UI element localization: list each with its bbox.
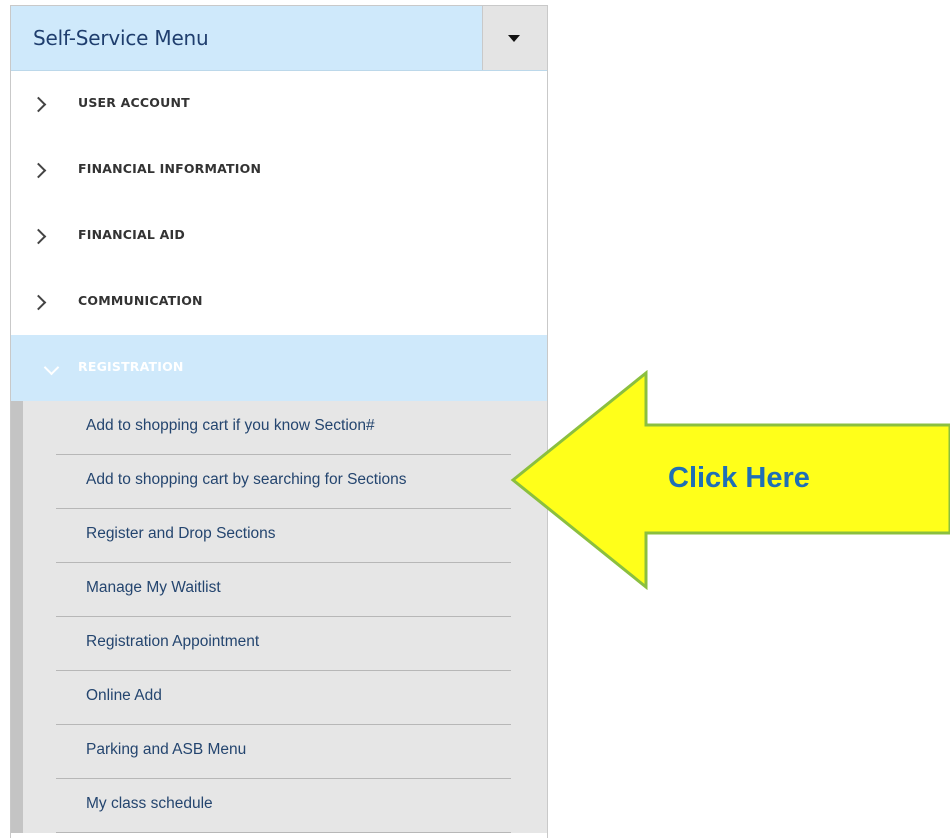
submenu-item-registration-appointment[interactable]: Registration Appointment bbox=[56, 617, 511, 671]
submenu-item-label: My class schedule bbox=[86, 795, 213, 812]
menu-title: Self-Service Menu bbox=[33, 26, 209, 50]
caret-down-icon bbox=[508, 35, 520, 42]
category-label: REGISTRATION bbox=[78, 359, 184, 374]
menu-category-financial-aid[interactable]: FINANCIAL AID bbox=[11, 203, 547, 269]
menu-category-financial-information[interactable]: FINANCIAL INFORMATION bbox=[11, 137, 547, 203]
chevron-right-icon bbox=[30, 96, 47, 113]
submenu-item-label: Manage My Waitlist bbox=[86, 579, 221, 596]
submenu-item-register-and-drop[interactable]: Register and Drop Sections bbox=[56, 509, 511, 563]
chevron-down-icon bbox=[43, 359, 60, 376]
category-label: FINANCIAL INFORMATION bbox=[78, 161, 262, 176]
submenu-item-add-by-searching[interactable]: Add to shopping cart by searching for Se… bbox=[56, 455, 511, 509]
submenu-item-label: Register and Drop Sections bbox=[86, 525, 276, 542]
page: Self-Service Menu USER ACCOUNT FINANCIAL… bbox=[0, 0, 950, 838]
submenu-item-label: Add to shopping cart if you know Section… bbox=[86, 417, 375, 434]
category-label: FINANCIAL AID bbox=[78, 227, 185, 242]
self-service-menu: Self-Service Menu USER ACCOUNT FINANCIAL… bbox=[10, 5, 548, 838]
submenu-item-label: Registration Appointment bbox=[86, 633, 260, 650]
callout-text: Click Here bbox=[668, 462, 810, 494]
submenu-item-parking-asb[interactable]: Parking and ASB Menu bbox=[56, 725, 511, 779]
menu-category-user-account[interactable]: USER ACCOUNT bbox=[11, 71, 547, 137]
chevron-right-icon bbox=[30, 228, 47, 245]
menu-category-communication[interactable]: COMMUNICATION bbox=[11, 269, 547, 335]
submenu-item-label: Online Add bbox=[86, 687, 162, 704]
submenu-item-manage-waitlist[interactable]: Manage My Waitlist bbox=[56, 563, 511, 617]
submenu-item-class-schedule[interactable]: My class schedule bbox=[56, 779, 511, 833]
chevron-right-icon bbox=[30, 294, 47, 311]
submenu-item-label: Add to shopping cart by searching for Se… bbox=[86, 471, 407, 488]
registration-submenu: Add to shopping cart if you know Section… bbox=[11, 401, 547, 833]
submenu-item-online-add[interactable]: Online Add bbox=[56, 671, 511, 725]
submenu-item-label: Parking and ASB Menu bbox=[86, 741, 247, 758]
menu-category-registration[interactable]: REGISTRATION bbox=[11, 335, 547, 401]
category-label: USER ACCOUNT bbox=[78, 95, 190, 110]
category-label: COMMUNICATION bbox=[78, 293, 203, 308]
menu-toggle-button[interactable] bbox=[482, 6, 547, 70]
chevron-right-icon bbox=[30, 162, 47, 179]
menu-header: Self-Service Menu bbox=[11, 6, 547, 71]
submenu-item-add-by-section-number[interactable]: Add to shopping cart if you know Section… bbox=[56, 401, 511, 455]
